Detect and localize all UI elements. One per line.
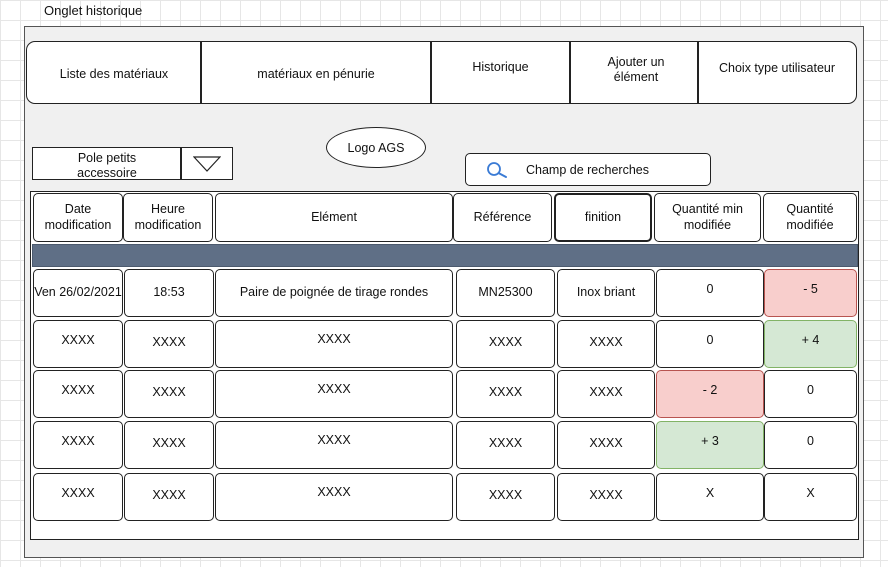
table-header-separator bbox=[32, 244, 858, 267]
table-cell-reference[interactable]: XXXX bbox=[456, 421, 555, 469]
table-cell-date[interactable]: XXXX bbox=[33, 421, 123, 469]
nav-item-materiaux-penurie[interactable]: matériaux en pénurie bbox=[202, 43, 430, 106]
table-cell-quantite-min[interactable]: 0 bbox=[656, 269, 764, 317]
column-header-reference: Référence bbox=[453, 193, 552, 242]
column-header-quantite-min: Quantité min modifiée bbox=[654, 193, 761, 242]
table-cell-element[interactable]: Paire de poignée de tirage rondes bbox=[215, 269, 453, 317]
table-cell-element[interactable]: XXXX bbox=[215, 370, 453, 418]
table-cell-heure[interactable]: XXXX bbox=[124, 473, 214, 521]
table-cell-quantite-min[interactable]: + 3 bbox=[656, 421, 764, 469]
chevron-down-icon[interactable] bbox=[193, 156, 221, 172]
dropdown-selected-value: Pole petits accessoire bbox=[77, 150, 137, 180]
table-cell-element[interactable]: XXXX bbox=[215, 320, 453, 368]
pole-dropdown[interactable]: Pole petits accessoire bbox=[32, 147, 233, 180]
table-cell-reference[interactable]: MN25300 bbox=[456, 269, 555, 317]
search-placeholder: Champ de recherches bbox=[526, 162, 649, 177]
column-header-quantite: Quantité modifiée bbox=[763, 193, 857, 242]
dropdown-separator bbox=[180, 148, 182, 179]
table-cell-finition[interactable]: XXXX bbox=[557, 370, 655, 418]
column-header-element: Elément bbox=[215, 193, 453, 242]
table-cell-heure[interactable]: XXXX bbox=[124, 320, 214, 368]
search-field[interactable]: Champ de recherches bbox=[465, 153, 711, 186]
table-cell-date[interactable]: XXXX bbox=[33, 320, 123, 368]
logo: Logo AGS bbox=[326, 127, 426, 168]
column-header-heure: Heure modification bbox=[123, 193, 213, 242]
table-cell-reference[interactable]: XXXX bbox=[456, 473, 555, 521]
table-cell-date[interactable]: XXXX bbox=[33, 370, 123, 418]
table-cell-finition[interactable]: XXXX bbox=[557, 421, 655, 469]
column-header-finition: finition bbox=[554, 193, 652, 242]
table-cell-finition[interactable]: XXXX bbox=[557, 473, 655, 521]
table-cell-quantite-min[interactable]: 0 bbox=[656, 320, 764, 368]
table-cell-quantite-min[interactable]: - 2 bbox=[656, 370, 764, 418]
table-cell-heure[interactable]: 18:53 bbox=[124, 269, 214, 317]
table-cell-element[interactable]: XXXX bbox=[215, 421, 453, 469]
nav-item-liste-materiaux[interactable]: Liste des matériaux bbox=[28, 43, 200, 106]
table-cell-quantite[interactable]: X bbox=[764, 473, 857, 521]
table-cell-element[interactable]: XXXX bbox=[215, 473, 453, 521]
nav-item-choix-type-utilisateur[interactable]: Choix type utilisateur bbox=[699, 37, 855, 100]
nav-separator bbox=[569, 41, 571, 103]
table-cell-quantite[interactable]: - 5 bbox=[764, 269, 857, 317]
table-cell-date[interactable]: XXXX bbox=[33, 473, 123, 521]
table-cell-finition[interactable]: Inox briant bbox=[557, 269, 655, 317]
table-cell-finition[interactable]: XXXX bbox=[557, 320, 655, 368]
table-cell-date[interactable]: Ven 26/02/2021 bbox=[33, 269, 123, 317]
table-cell-quantite[interactable]: 0 bbox=[764, 421, 857, 469]
search-icon bbox=[487, 162, 507, 178]
nav-item-historique[interactable]: Historique bbox=[432, 36, 569, 99]
table-cell-quantite-min[interactable]: X bbox=[656, 473, 764, 521]
table-cell-reference[interactable]: XXXX bbox=[456, 370, 555, 418]
column-header-date: Date modification bbox=[33, 193, 123, 242]
table-cell-heure[interactable]: XXXX bbox=[124, 370, 214, 418]
table-cell-reference[interactable]: XXXX bbox=[456, 320, 555, 368]
page-title: Onglet historique bbox=[44, 3, 143, 18]
table-cell-heure[interactable]: XXXX bbox=[124, 421, 214, 469]
table-cell-quantite[interactable]: 0 bbox=[764, 370, 857, 418]
table-cell-quantite[interactable]: + 4 bbox=[764, 320, 857, 368]
nav-item-ajouter-element[interactable]: Ajouter un élément bbox=[590, 38, 682, 101]
